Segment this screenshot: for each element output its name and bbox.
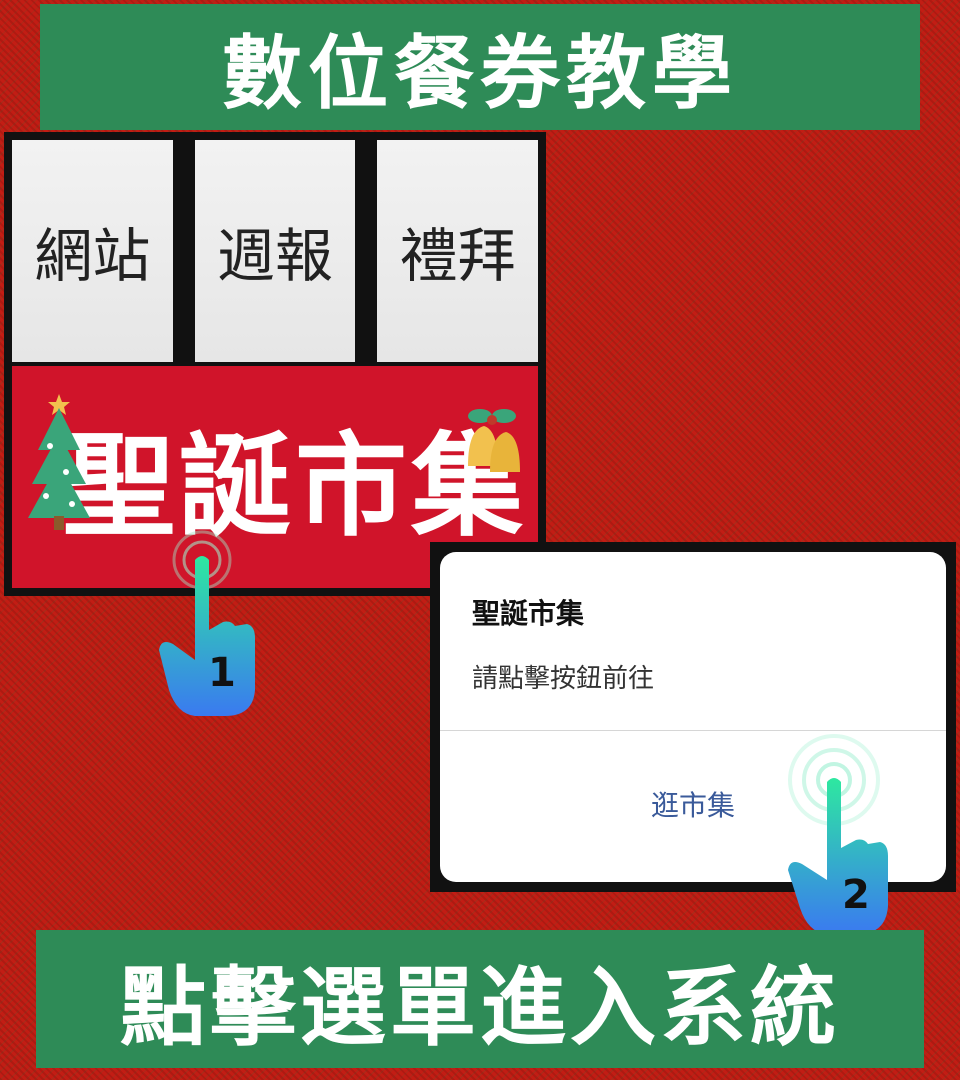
- tab-website[interactable]: 網站: [12, 140, 173, 362]
- footer-title: 點擊選單進入系統: [120, 957, 840, 1058]
- menu-tabs: 網站 週報 禮拜: [12, 140, 539, 362]
- tab-label: 網站: [34, 222, 151, 290]
- header-banner: 數位餐券教學: [40, 4, 920, 130]
- tab-label: 週報: [217, 222, 334, 290]
- page-title: 數位餐券教學: [222, 27, 738, 120]
- bells-icon: [468, 409, 520, 472]
- christmas-tree-icon: [28, 394, 90, 530]
- tab-worship[interactable]: 禮拜: [377, 140, 539, 362]
- dialog-message: 請點擊按鈕前往: [472, 664, 655, 694]
- tab-label: 禮拜: [399, 222, 516, 290]
- dialog-title: 聖誕市集: [472, 597, 585, 630]
- tap-hand-icon: [788, 734, 888, 934]
- app-screenshot-menu: 網站 週報 禮拜 聖誕市集: [4, 132, 546, 596]
- step-number-1: 1: [208, 650, 236, 696]
- footer-banner: 點擊選單進入系統: [36, 930, 924, 1068]
- step-number-2: 2: [842, 872, 870, 918]
- tab-weekly[interactable]: 週報: [194, 140, 356, 362]
